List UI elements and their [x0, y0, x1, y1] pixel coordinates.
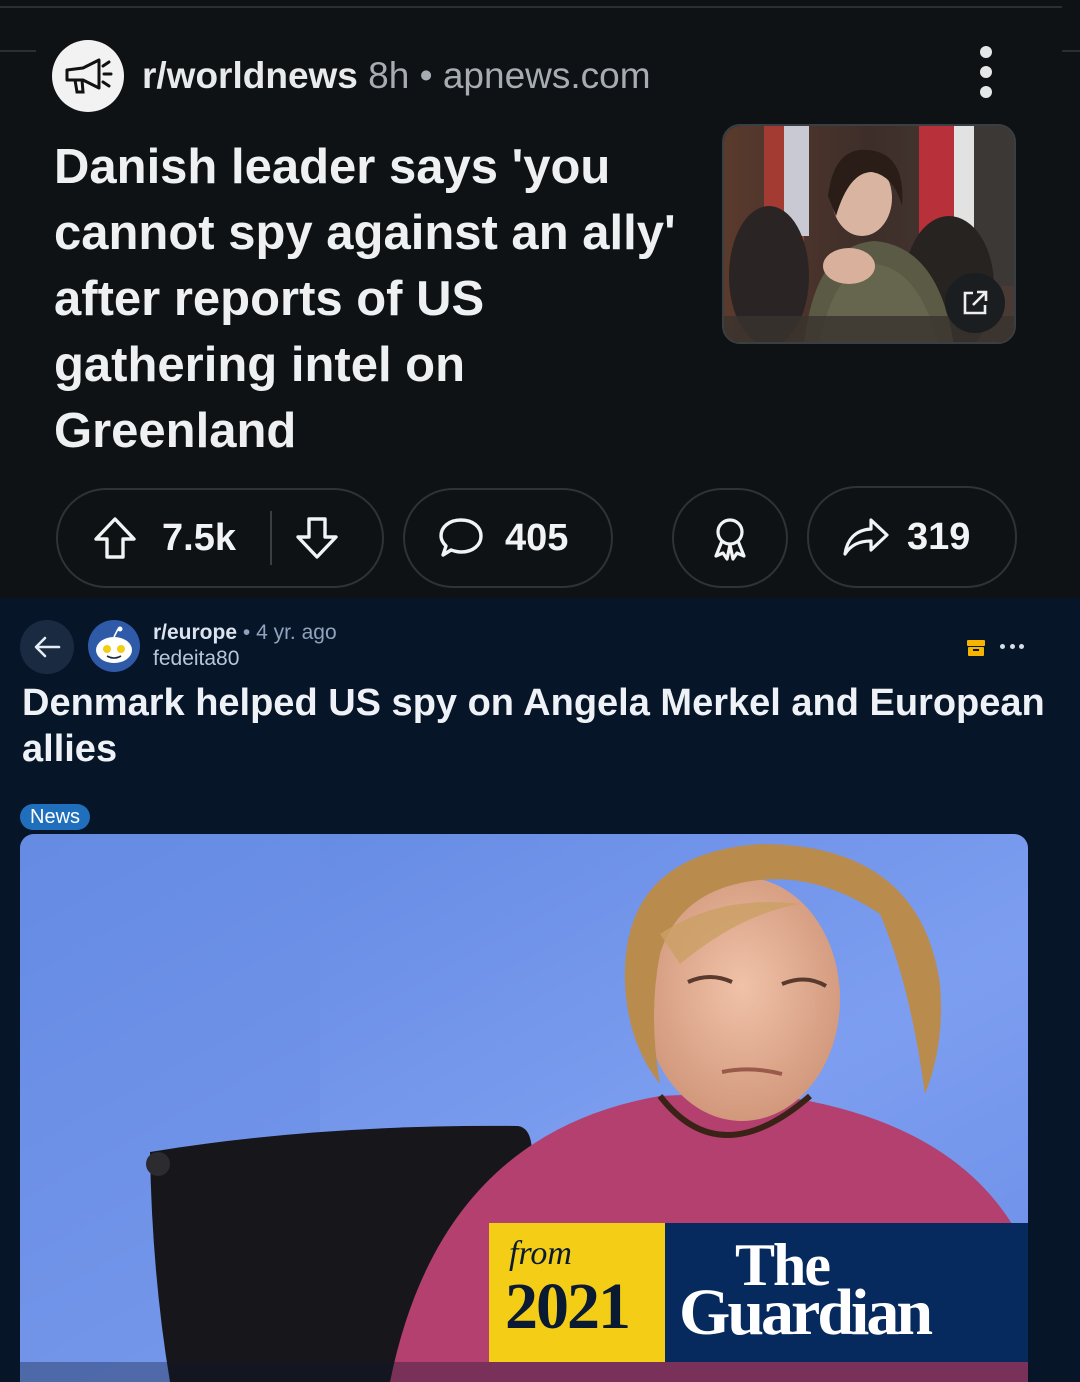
back-arrow-icon	[34, 636, 61, 658]
source-domain[interactable]: apnews.com	[443, 55, 651, 96]
badge-from-label: from	[509, 1235, 572, 1272]
post-title[interactable]: Danish leader says 'you cannot spy again…	[54, 134, 694, 464]
post-age: 4 yr. ago	[256, 621, 337, 644]
divider	[0, 50, 36, 52]
award-button[interactable]	[672, 488, 788, 588]
guardian-logo-word: Guardian	[679, 1276, 933, 1349]
vote-separator	[269, 511, 272, 565]
vote-pill: 7.5k	[56, 488, 384, 588]
meta-separator: •	[419, 55, 433, 96]
archive-icon[interactable]	[966, 638, 986, 658]
meta-separator: •	[242, 621, 251, 644]
comment-icon	[439, 518, 483, 557]
subreddit-name[interactable]: r/worldnews	[142, 55, 358, 96]
subreddit-avatar[interactable]	[88, 620, 140, 672]
comments-button[interactable]: 405	[403, 488, 613, 588]
badge-year: 2021	[505, 1270, 631, 1343]
divider	[1062, 50, 1080, 52]
post-title[interactable]: Denmark helped US spy on Angela Merkel a…	[22, 680, 1062, 772]
kebab-menu-icon[interactable]	[972, 46, 1000, 98]
guardian-logo: The Guardian	[665, 1223, 1028, 1362]
subreddit-name[interactable]: r/europe	[153, 621, 237, 644]
upvote-icon[interactable]	[92, 514, 138, 562]
award-icon	[714, 518, 746, 561]
divider	[0, 6, 1062, 8]
subreddit-avatar[interactable]	[52, 40, 124, 112]
post-meta: r/europe • 4 yr. ago fedeita80	[153, 620, 337, 671]
post-flair[interactable]: News	[20, 804, 91, 830]
comment-count: 405	[505, 516, 569, 559]
vote-count: 7.5k	[162, 516, 236, 559]
badge-from-year: from 2021	[489, 1223, 665, 1362]
snoo-europe-icon	[96, 626, 132, 663]
share-button[interactable]: 319	[807, 486, 1017, 588]
external-link-icon	[963, 290, 988, 315]
username[interactable]: fedeita80	[153, 646, 337, 671]
post-thumbnail[interactable]	[722, 124, 1016, 344]
post-meta: r/worldnews 8h • apnews.com	[142, 54, 651, 98]
downvote-icon[interactable]	[294, 514, 340, 562]
share-count: 319	[907, 515, 971, 558]
more-icon[interactable]	[1000, 644, 1024, 650]
open-external-button[interactable]	[945, 273, 1005, 333]
worldnews-post[interactable]: r/worldnews 8h • apnews.com Danish leade…	[0, 0, 1080, 598]
share-icon	[843, 518, 889, 556]
back-button[interactable]	[20, 620, 74, 674]
europe-post[interactable]: r/europe • 4 yr. ago fedeita80 Denmark h…	[0, 598, 1080, 1382]
post-image[interactable]: from 2021 The Guardian	[20, 834, 1028, 1382]
post-age: 8h	[368, 55, 410, 96]
megaphone-icon	[65, 58, 113, 94]
